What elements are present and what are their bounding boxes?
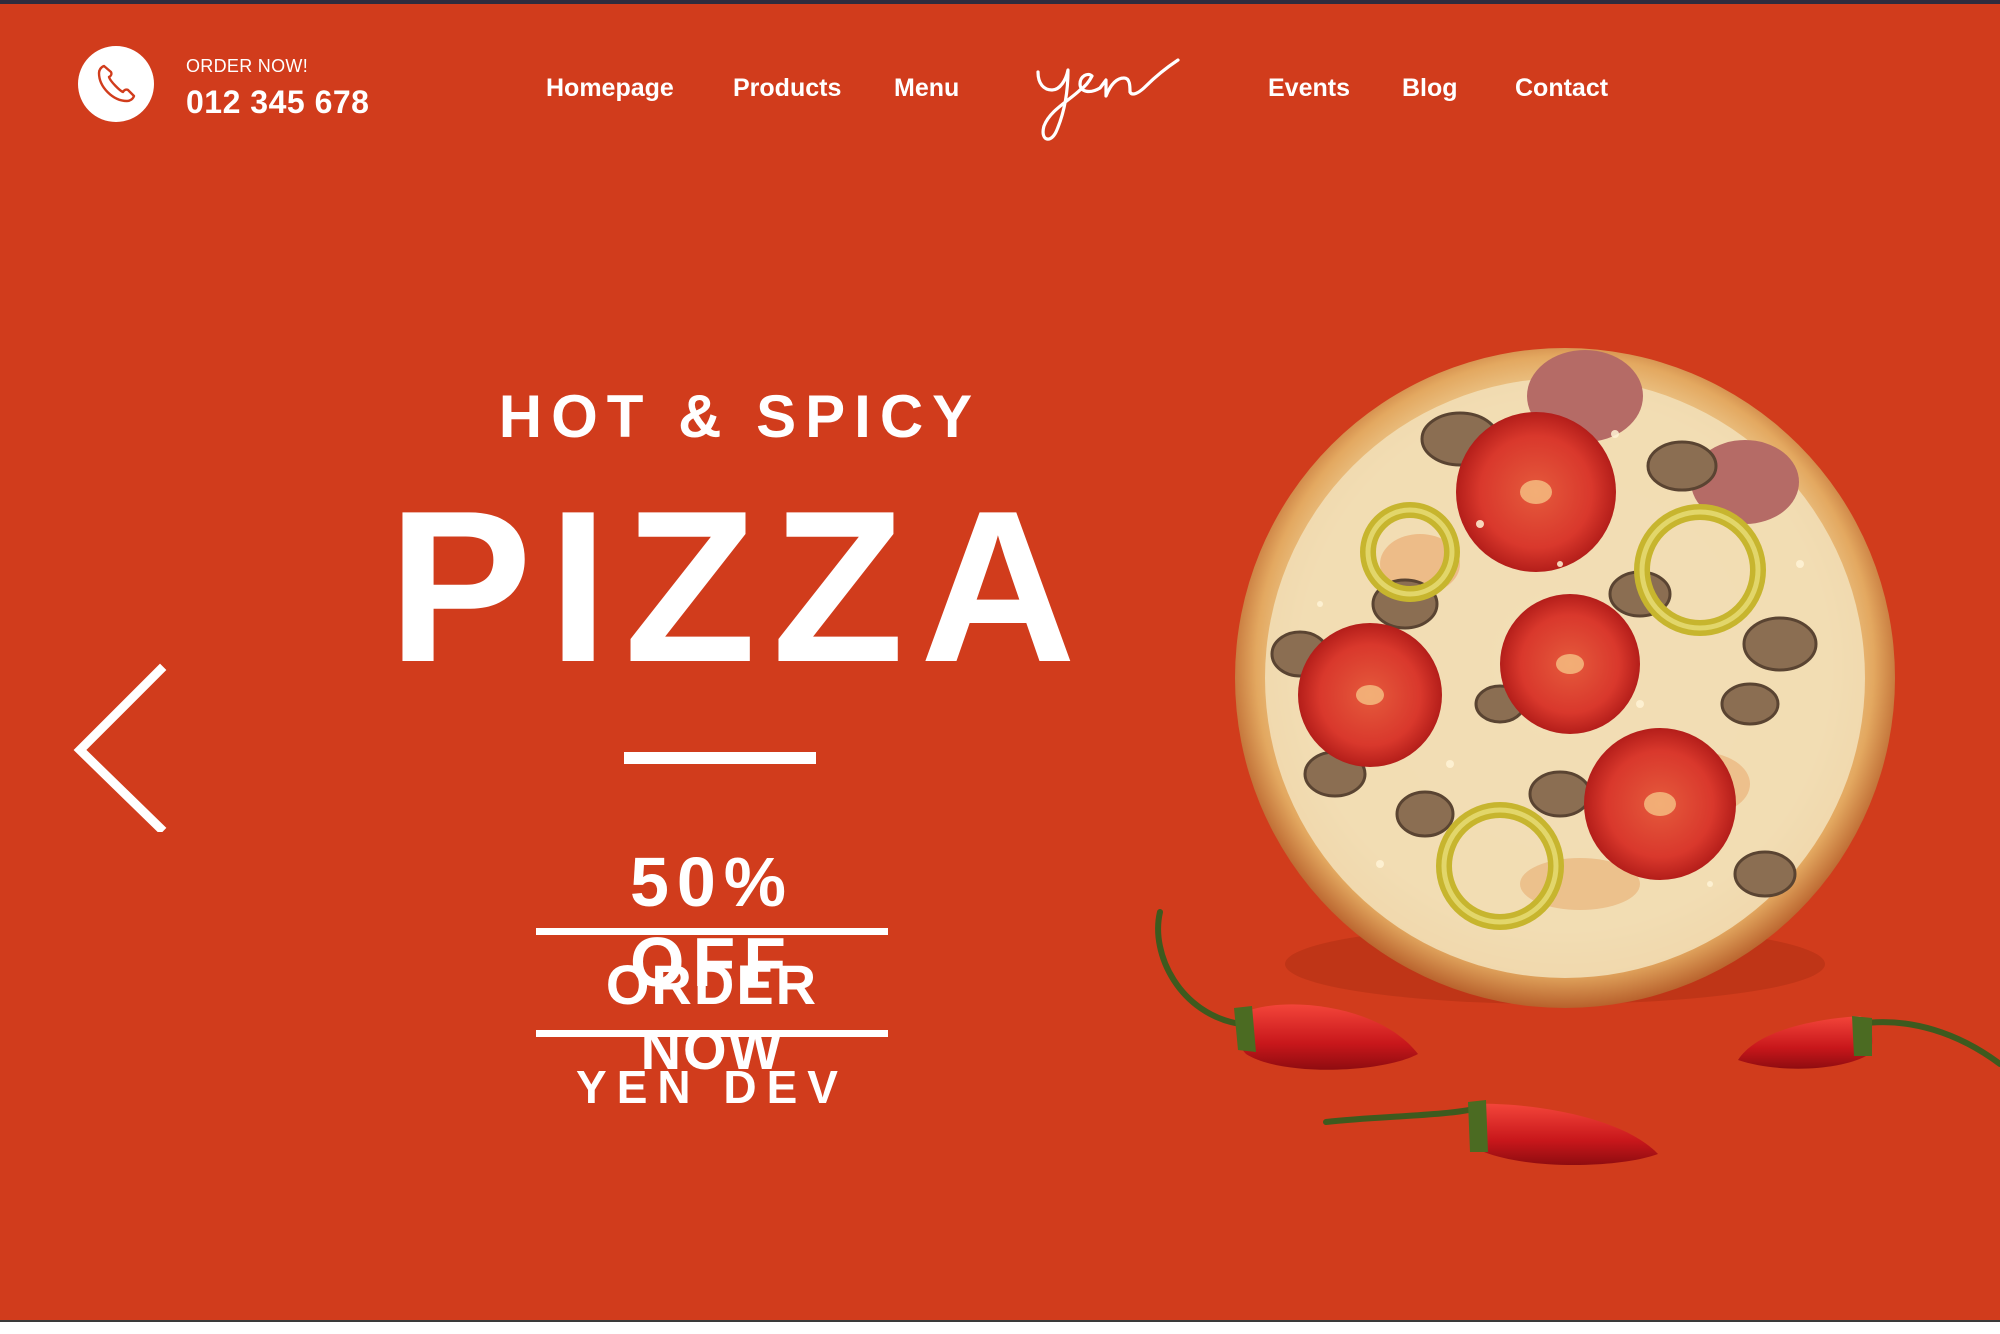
bottom-border — [0, 1320, 2000, 1322]
pizza-artwork — [1155, 348, 2000, 1165]
pizza-image — [1235, 348, 1895, 1008]
chili-pepper-image — [1738, 1016, 2000, 1069]
hero-slider: ORDER NOW! 012 345 678 Homepage Products… — [0, 4, 2000, 1320]
chili-pepper-image — [1323, 1100, 1658, 1165]
